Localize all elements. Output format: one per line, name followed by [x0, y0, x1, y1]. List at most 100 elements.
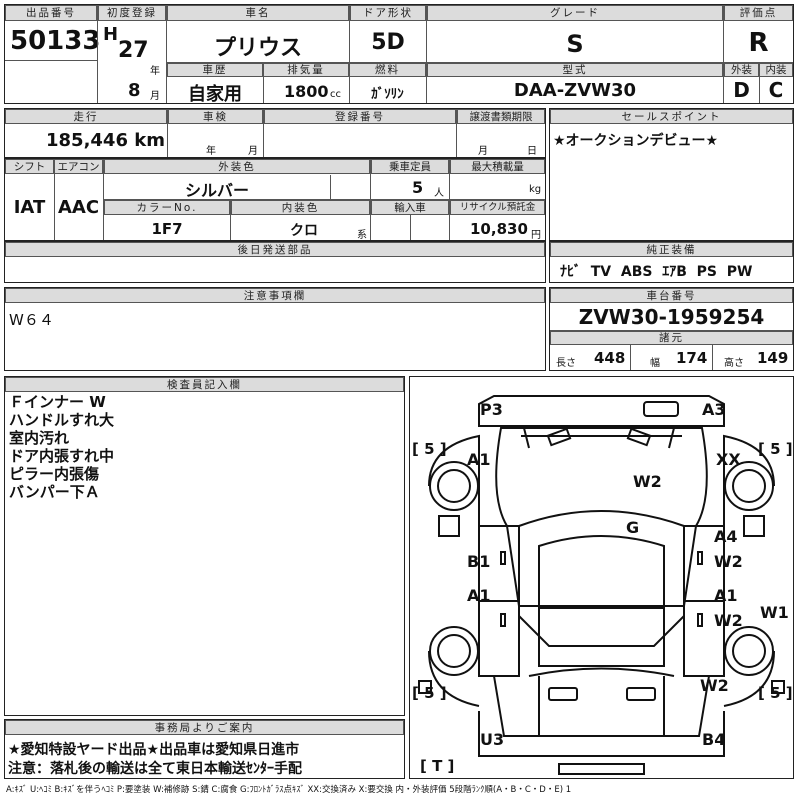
label-a1-r: A1	[714, 586, 738, 605]
sales-point: ★オークションデビュー★	[553, 133, 719, 149]
recycle-header: リサイクル預託金	[450, 200, 545, 215]
spec-header: 諸元	[550, 331, 793, 345]
insp-year-unit: 年	[206, 146, 216, 157]
label-a1-l: A1	[467, 586, 491, 605]
inspector-lines: Ｆインナー W ハンドルすれ大 室内汚れ ドア内張すれ中 ピラー内張傷 バンパー…	[9, 393, 114, 501]
history-header: 車歴	[167, 63, 263, 77]
max-load-unit: kg	[529, 184, 542, 195]
later-parts-header: 後日発送部品	[5, 242, 545, 257]
label-b4: B4	[702, 730, 726, 749]
mileage-value: 185,446	[46, 130, 128, 151]
mileage: 185,446 km	[5, 130, 165, 151]
shift: IAT	[13, 197, 46, 218]
year-unit: 年	[150, 66, 160, 77]
mileage-header: 走行	[5, 109, 167, 124]
label-a3: A3	[702, 400, 726, 419]
model-header: 型式	[427, 63, 723, 77]
door: 5D	[371, 30, 405, 55]
interior-grade: C	[768, 78, 784, 102]
recycle: 10,830	[470, 220, 528, 238]
shift-header: シフト	[5, 159, 54, 174]
score: R	[748, 28, 769, 58]
car-outline	[418, 395, 785, 775]
ext-color: シルバー	[184, 181, 249, 200]
chassis-number: ZVW30-1959254	[578, 305, 765, 329]
exterior-header: 外装	[724, 63, 759, 77]
notes-text: W６４	[9, 311, 54, 329]
tire-rl: [ 5 ]	[412, 684, 447, 702]
label-p3: P3	[480, 400, 503, 419]
inspector-line: ドア内張すれ中	[9, 447, 115, 465]
lot-header: 出品番号	[5, 5, 97, 21]
grade-header: グレード	[427, 5, 723, 21]
car-name-header: 車名	[167, 5, 349, 21]
height-label: 高さ	[724, 358, 744, 369]
length-label: 長さ	[556, 358, 576, 369]
tire-fl: [ 5 ]	[412, 440, 447, 458]
width-label: 幅	[650, 358, 660, 369]
month-unit: 月	[150, 91, 160, 102]
fuel: ｶﾞｿﾘﾝ	[371, 87, 404, 102]
ac-header: エアコン	[54, 159, 103, 174]
grade: S	[566, 30, 584, 58]
month: 8	[128, 80, 141, 101]
office-line2: 注意：落札後の輸送は全て東日本輸送ｾﾝﾀｰ手配	[8, 761, 302, 777]
label-w2-rear: W2	[700, 676, 729, 695]
interior-header: 内装	[759, 63, 793, 77]
height: 149	[757, 349, 789, 367]
equipment-items: ﾅﾋﾞ TV ABS ｴｱB PS PW	[560, 264, 753, 280]
displacement-header: 排気量	[263, 63, 349, 77]
score-header: 評価点	[724, 5, 793, 21]
inspector-header: 検査員記入欄	[5, 377, 404, 392]
exterior-grade: D	[733, 78, 750, 102]
first-reg-header: 初度登録	[98, 5, 166, 21]
chassis-header: 車台番号	[550, 288, 793, 303]
car-name: プリウス	[213, 36, 302, 61]
mileage-unit: km	[134, 130, 165, 151]
label-w2-r1: W2	[714, 552, 743, 571]
displacement-unit: cc	[330, 89, 341, 100]
int-color-header: 内装色	[231, 200, 370, 215]
label-w2-hood: W2	[633, 472, 662, 491]
inspection-header: 車検	[168, 109, 263, 124]
equipment-header: 純正装備	[550, 242, 793, 257]
tire-spare: [ T ]	[420, 757, 455, 775]
tire-fr: [ 5 ]	[758, 440, 793, 458]
model: DAA-ZVW30	[513, 80, 637, 101]
fuel-header: 燃料	[349, 63, 426, 77]
sales-point-block	[549, 108, 794, 241]
label-a4: A4	[714, 527, 738, 546]
capacity-header: 乗車定員	[371, 159, 449, 174]
door-header: ドア形状	[350, 5, 426, 21]
inspector-line: Ｆインナー W	[9, 393, 106, 411]
notes-header: 注意事項欄	[5, 288, 545, 303]
office-header: 事務局よりご案内	[5, 720, 404, 735]
capacity-unit: 人	[434, 188, 444, 199]
int-color-unit: 系	[357, 230, 367, 241]
lot-number: 50133	[10, 26, 101, 56]
reg-no-header: 登録番号	[264, 109, 456, 124]
transfer-header: 譲渡書類期限	[457, 109, 545, 124]
history: 自家用	[188, 84, 242, 105]
office-line1: ★愛知特設ヤード出品★出品車は愛知県日進市	[8, 742, 300, 758]
era: H	[103, 24, 119, 45]
max-load-header: 最大積載量	[450, 159, 545, 174]
label-a1-front: A1	[467, 450, 491, 469]
label-xx: XX	[716, 450, 741, 469]
inspector-line: 室内汚れ	[9, 429, 70, 447]
color-no: 1F7	[151, 220, 183, 238]
ext-color-header: 外装色	[104, 159, 370, 174]
label-u3: U3	[480, 730, 505, 749]
inspector-line: ピラー内張傷	[9, 465, 100, 483]
tire-rr: [ 5 ]	[758, 684, 793, 702]
displacement: 1800	[284, 82, 329, 101]
color-no-header: カラーNo.	[104, 200, 230, 215]
label-g: G	[626, 518, 640, 537]
inspector-line: ハンドルすれ大	[9, 411, 115, 429]
legend: A:ｷｽﾞ U:ﾍｺﾐ B:ｷｽﾞを伴うﾍｺﾐ P:要塗装 W:補修跡 S:錆 …	[6, 785, 572, 795]
year: 27	[118, 38, 149, 63]
transfer-month-unit: 月	[478, 146, 488, 157]
transfer-day-unit: 日	[527, 146, 537, 157]
insp-month-unit: 月	[248, 146, 258, 157]
label-w1: W1	[760, 603, 789, 622]
